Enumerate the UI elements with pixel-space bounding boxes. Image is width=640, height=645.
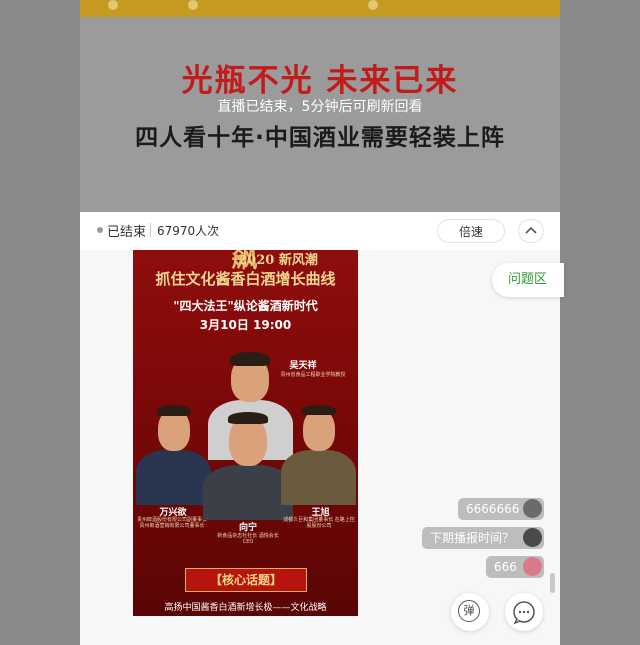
- banner-dot: [188, 0, 198, 10]
- left-margin: [0, 0, 80, 645]
- avatar[interactable]: [523, 499, 542, 518]
- core-topic-label: 【核心话题】: [185, 568, 307, 592]
- right-margin: [560, 0, 640, 645]
- speaker-hair: [302, 405, 336, 415]
- status-divider: [150, 223, 151, 237]
- avatar[interactable]: [523, 528, 542, 547]
- collapse-button[interactable]: [518, 219, 544, 243]
- comment-text: 6666666: [466, 502, 520, 516]
- speaker-name: 吴天祥: [289, 361, 317, 371]
- comment-icon: [513, 601, 535, 625]
- chat-scrollbar[interactable]: [550, 573, 555, 593]
- video-headline: 光瓶不光 未来已来: [181, 63, 459, 99]
- comment-bubble: 666: [486, 556, 544, 578]
- comment-bubble: 下期播报时间？: [422, 527, 544, 549]
- speaker-title: 成都久巨和集团董事长 在路上控股股份公司: [283, 517, 355, 529]
- status-dot-icon: [97, 227, 103, 233]
- poster-topic: 高扬中国酱香白酒新增长极——文化战略: [164, 603, 327, 613]
- event-poster[interactable]: 飙 2020 新风潮 抓住文化酱香白酒增长曲线 "四大法王"纵论酱酒新时代 3月…: [133, 250, 358, 616]
- speaker-body: [203, 465, 293, 520]
- comment-button[interactable]: [505, 593, 543, 631]
- avatar[interactable]: [523, 557, 542, 576]
- speaker-photo: [203, 410, 293, 520]
- speaker-head: [303, 409, 335, 451]
- speaker-name: 向宁: [238, 523, 257, 533]
- danmu-toggle-button[interactable]: 弹: [451, 593, 489, 631]
- video-top-banner: [80, 0, 560, 17]
- poster-headline: 抓住文化酱香白酒增长曲线: [155, 270, 336, 288]
- poster-year: 2020 新风潮: [238, 253, 318, 268]
- speaker-photo: [136, 405, 211, 505]
- chevron-up-icon: [525, 226, 537, 234]
- banner-dot: [368, 0, 378, 10]
- speaker-title: 新食品杂志社社长 酒悦会长CEO: [217, 533, 279, 545]
- poster-datetime: 3月10日 19:00: [199, 318, 292, 332]
- speaker-title: 贵州省食品工程职业学院教授: [280, 372, 346, 378]
- speaker-body: [136, 450, 211, 505]
- live-status: 已结束: [107, 225, 147, 240]
- poster-subtitle: "四大法王"纵论酱酒新时代: [173, 299, 318, 313]
- comment-text: 下期播报时间？: [430, 531, 515, 545]
- viewer-count: 67970人次: [157, 224, 220, 238]
- speaker-body: [281, 450, 356, 505]
- speaker-photo: [281, 405, 356, 505]
- video-subline: 四人看十年·中国酒业需要轻装上阵: [135, 125, 505, 151]
- speaker-title: 贵州郎酒股份有限公司副董事长 贵州郎酒营销有限公司董事长: [136, 517, 207, 529]
- live-ended-message: 直播已结束，5分钟后可刷新回看: [217, 99, 423, 115]
- video-player[interactable]: 光瓶不光 未来已来 直播已结束，5分钟后可刷新回看 四人看十年·中国酒业需要轻装…: [80, 0, 560, 212]
- speaker-hair: [230, 352, 270, 366]
- banner-dot: [108, 0, 118, 10]
- danmu-icon: 弹: [458, 600, 480, 622]
- comment-bubble: 6666666: [458, 498, 544, 520]
- speaker-hair: [157, 405, 191, 416]
- comment-text: 666: [494, 560, 517, 574]
- playback-speed-button[interactable]: 倍速: [437, 219, 505, 243]
- question-area-button[interactable]: 问题区: [492, 263, 564, 297]
- speaker-hair: [228, 412, 268, 424]
